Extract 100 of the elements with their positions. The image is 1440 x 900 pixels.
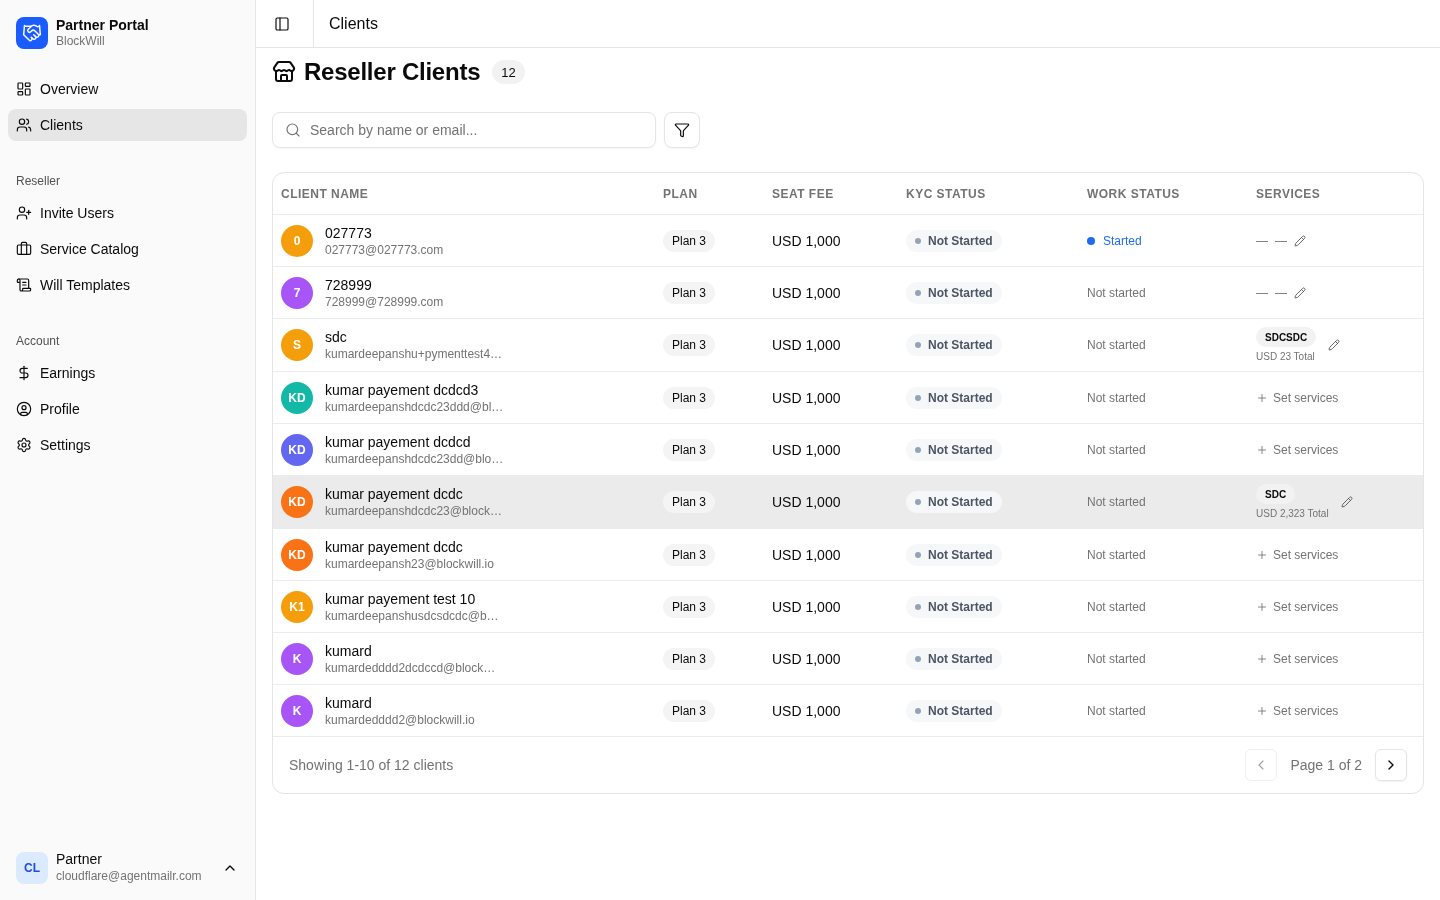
kyc-status-text: Not Started bbox=[928, 599, 993, 614]
panel-left-icon[interactable] bbox=[274, 15, 290, 32]
results-summary: Showing 1-10 of 12 clients bbox=[289, 757, 454, 773]
status-dot-icon bbox=[915, 499, 921, 505]
kyc-status-text: Not Started bbox=[928, 703, 993, 718]
work-status-text: Not started bbox=[1087, 338, 1146, 352]
client-email: kumardedddd2@blockwill.io bbox=[325, 711, 475, 728]
client-name: sdc bbox=[325, 328, 348, 346]
set-services-button[interactable]: Set services bbox=[1256, 390, 1339, 405]
nav-item[interactable]: Overview bbox=[8, 73, 247, 105]
work-status-text: Not started bbox=[1087, 390, 1146, 405]
column-header: PLAN bbox=[662, 186, 699, 201]
plan-tag: Plan 3 bbox=[663, 647, 716, 670]
client-email: 728999@728999.com bbox=[325, 293, 444, 310]
services-total: USD 23 Total bbox=[1256, 351, 1315, 363]
set-services-button[interactable]: Set services bbox=[1256, 651, 1339, 666]
plan-tag: Plan 3 bbox=[663, 386, 716, 409]
status-dot-icon bbox=[915, 342, 921, 348]
nav-item[interactable]: Profile bbox=[8, 393, 247, 425]
client-avatar: KD bbox=[281, 381, 313, 414]
set-services-button[interactable]: Set services bbox=[1256, 442, 1339, 457]
status-dot-icon bbox=[1087, 236, 1095, 245]
nav-item[interactable]: Invite Users bbox=[8, 197, 247, 229]
status-dot-icon bbox=[915, 655, 921, 662]
client-avatar: K bbox=[281, 694, 313, 727]
column-header: SEAT FEE bbox=[771, 186, 835, 201]
user-plus-icon bbox=[16, 205, 32, 221]
seat-fee: USD 1,000 bbox=[772, 494, 841, 510]
seat-fee: USD 1,000 bbox=[772, 232, 841, 249]
seat-fee: USD 1,000 bbox=[772, 650, 841, 667]
plus-icon bbox=[1256, 391, 1268, 404]
empty-dash: — bbox=[1275, 284, 1287, 301]
kyc-status-text: Not Started bbox=[928, 442, 993, 457]
client-name: 728999 bbox=[325, 275, 373, 294]
work-status-text: Not started bbox=[1087, 442, 1146, 457]
status-dot-icon bbox=[915, 237, 921, 244]
services-total: USD 2,323 Total bbox=[1256, 508, 1329, 520]
seat-fee: USD 1,000 bbox=[772, 546, 841, 563]
client-avatar: 7 bbox=[281, 276, 313, 309]
kyc-status-text: Not Started bbox=[928, 495, 993, 509]
plan-tag: Plan 3 bbox=[663, 595, 716, 618]
nav-item[interactable]: Clients bbox=[8, 109, 247, 141]
pencil-icon[interactable] bbox=[1294, 286, 1306, 299]
next-page-button[interactable] bbox=[1375, 749, 1407, 781]
plan-tag: Plan 3 bbox=[663, 699, 716, 722]
nav-item[interactable]: Earnings bbox=[8, 357, 247, 389]
seat-fee: USD 1,000 bbox=[772, 441, 841, 458]
kyc-status-text: Not Started bbox=[928, 390, 993, 405]
client-name: kumard bbox=[325, 641, 373, 660]
dashboard-icon bbox=[16, 81, 32, 97]
client-name: 027773 bbox=[325, 223, 373, 242]
plan-tag: Plan 3 bbox=[663, 491, 716, 513]
client-email: kumardeepanshu+pymenttest4… bbox=[325, 346, 503, 362]
set-services-button[interactable]: Set services bbox=[1256, 599, 1339, 614]
status-dot-icon bbox=[915, 551, 921, 558]
set-services-button[interactable]: Set services bbox=[1256, 703, 1339, 718]
status-dot-icon bbox=[915, 707, 921, 714]
section-label: Reseller bbox=[15, 173, 61, 190]
client-email: kumardedddd2dcdccd@block… bbox=[325, 659, 496, 676]
client-name: kumar payement dcdcd bbox=[325, 432, 472, 451]
client-name: kumar payement dcdcd3 bbox=[325, 380, 480, 399]
nav-item[interactable]: Service Catalog bbox=[8, 233, 247, 265]
plus-icon bbox=[1256, 443, 1268, 456]
work-status-text: Not started bbox=[1087, 495, 1146, 509]
pencil-icon[interactable] bbox=[1294, 234, 1306, 247]
filter-button[interactable] bbox=[664, 112, 700, 148]
status-dot-icon bbox=[915, 446, 921, 453]
client-name: kumar payement dcdc bbox=[325, 485, 464, 503]
client-email: kumardeepanshusdcsdcdc@b… bbox=[325, 607, 499, 624]
empty-dash: — bbox=[1256, 284, 1268, 301]
client-avatar: K bbox=[281, 642, 313, 675]
search-field[interactable]: Search by name or email... bbox=[272, 112, 656, 148]
work-status-text: Not started bbox=[1087, 651, 1146, 666]
search-icon bbox=[285, 122, 301, 138]
set-services-button[interactable]: Set services bbox=[1256, 547, 1339, 562]
column-header: KYC STATUS bbox=[905, 186, 987, 201]
settings-icon bbox=[16, 437, 32, 453]
kyc-status-text: Not Started bbox=[928, 285, 993, 300]
client-name: kumar payement dcdc bbox=[325, 537, 464, 556]
plan-tag: Plan 3 bbox=[663, 543, 716, 566]
status-dot-icon bbox=[915, 603, 921, 610]
nav-item[interactable]: Will Templates bbox=[8, 269, 247, 301]
client-avatar: KD bbox=[281, 486, 313, 518]
client-avatar: K1 bbox=[281, 590, 313, 623]
store-icon bbox=[272, 60, 296, 84]
filter-icon bbox=[674, 122, 690, 138]
plan-tag: Plan 3 bbox=[663, 229, 716, 252]
empty-dash: — bbox=[1256, 232, 1268, 249]
nav-item[interactable]: Settings bbox=[8, 429, 247, 461]
empty-dash: — bbox=[1275, 232, 1287, 249]
kyc-status-text: Not Started bbox=[928, 651, 993, 666]
plus-icon bbox=[1256, 704, 1268, 717]
seat-fee: USD 1,000 bbox=[772, 389, 841, 406]
pencil-icon[interactable] bbox=[1328, 339, 1341, 351]
client-avatar: S bbox=[281, 329, 313, 361]
seat-fee: USD 1,000 bbox=[772, 702, 841, 719]
plus-icon bbox=[1256, 652, 1268, 665]
pencil-icon[interactable] bbox=[1340, 496, 1353, 508]
section-label: Account bbox=[15, 333, 61, 350]
plan-tag: Plan 3 bbox=[663, 334, 716, 356]
